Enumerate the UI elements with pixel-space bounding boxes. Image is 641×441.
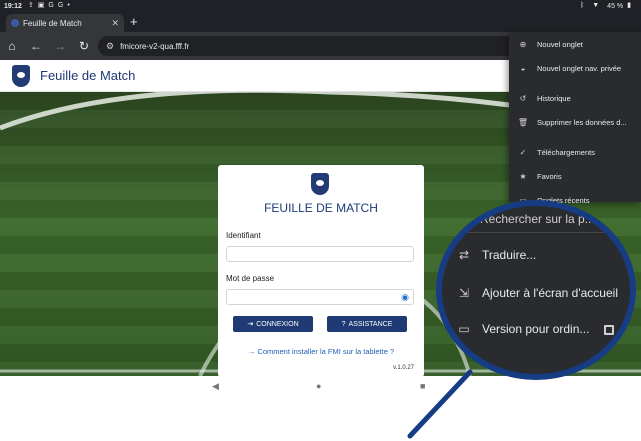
desktop-icon: ▭ — [458, 322, 470, 336]
menu-item-downloads[interactable]: ✓ Téléchargements — [509, 142, 641, 162]
menu-item-translate[interactable]: ⇄ Traduire... — [456, 248, 536, 262]
battery-level: 45 % — [607, 2, 624, 10]
clock: 19:12 — [4, 2, 22, 10]
install-link[interactable]: → Comment installer la FMI sur la tablet… — [218, 347, 424, 356]
upload-icon: ⇪ — [27, 2, 34, 9]
site-title: Feuille de Match — [40, 68, 136, 83]
menu-item-label: Nouvel onglet nav. privée — [537, 63, 622, 73]
fff-logo — [311, 173, 329, 195]
forward-icon[interactable]: → — [52, 38, 68, 54]
overflow-menu: ⊕ Nouvel onglet ◒ Nouvel onglet nav. pri… — [509, 32, 641, 205]
reload-icon[interactable]: ↻ — [76, 38, 92, 54]
login-title: FEUILLE DE MATCH — [264, 201, 378, 215]
new-tab-button[interactable]: + — [130, 15, 138, 29]
divider — [442, 232, 630, 233]
home-nav-icon[interactable]: ● — [316, 381, 321, 391]
favicon-icon — [11, 19, 19, 27]
password-field[interactable]: ◉ — [226, 289, 414, 305]
password-label: Mot de passe — [226, 274, 275, 283]
url-text: fmicore-v2-qua.fff.fr — [120, 41, 190, 51]
desktop-site-checkbox[interactable] — [604, 325, 614, 335]
tab-strip: Feuille de Match ✕ + — [0, 12, 641, 32]
new-tab-icon: ⊕ — [519, 39, 527, 49]
eye-icon[interactable]: ◉ — [401, 292, 409, 303]
menu-item-add-to-home[interactable]: ⇲ Ajouter à l'écran d'accueil — [456, 286, 618, 300]
id-field[interactable] — [226, 246, 414, 262]
menu-item-bookmarks[interactable]: ★ Favoris — [509, 166, 641, 186]
recents-nav-icon[interactable]: ■ — [420, 381, 425, 391]
menu-item-clear-data[interactable]: 🗑 Supprimer les données d... — [509, 112, 641, 132]
menu-item-label: Rechercher sur la p... — [480, 212, 595, 226]
menu-item-history[interactable]: ↺ Historique — [509, 88, 641, 108]
menu-item-label: Historique — [537, 93, 571, 103]
image-icon: ▣ — [37, 2, 45, 9]
trash-icon: 🗑 — [517, 117, 529, 127]
login-card: FEUILLE DE MATCH Identifiant Mot de pass… — [218, 165, 424, 377]
login-button-label: CONNEXION — [256, 320, 299, 328]
dot-icon: • — [67, 2, 70, 9]
magnifier-callout: Rechercher sur la p... ⇄ Traduire... ⇲ A… — [436, 200, 636, 380]
bluetooth-icon: ᛒ — [580, 2, 585, 9]
wifi-icon: ▼ — [592, 2, 600, 9]
menu-item-label: Nouvel onglet — [537, 39, 583, 49]
tab-feuille-de-match[interactable]: Feuille de Match ✕ — [6, 14, 124, 32]
home-icon[interactable]: ⌂ — [4, 38, 20, 54]
menu-item-label: Supprimer les données d... — [537, 117, 627, 127]
status-bar: 19:12 ⇪ ▣ G G • ᛒ ▼ 45 % ▮ — [0, 0, 641, 12]
incognito-icon: ◒ — [520, 63, 526, 73]
site-settings-icon[interactable]: ⚙ — [106, 41, 114, 52]
add-to-home-icon: ⇲ — [458, 286, 470, 300]
login-icon: ⇥ — [247, 321, 254, 328]
login-button[interactable]: ⇥ CONNEXION — [233, 316, 313, 332]
star-icon: ★ — [519, 171, 527, 181]
close-icon[interactable]: ✕ — [111, 18, 119, 29]
assistance-button-label: ASSISTANCE — [348, 320, 393, 328]
google-icon: G — [57, 2, 64, 9]
assistance-button[interactable]: ? ASSISTANCE — [327, 316, 407, 332]
battery-icon: ▮ — [627, 2, 631, 9]
google-icon: G — [48, 2, 54, 9]
fff-logo — [12, 64, 30, 87]
menu-item-desktop-site[interactable]: ▭ Version pour ordin... — [456, 322, 589, 336]
address-bar[interactable]: ⚙ fmicore-v2-qua.fff.fr — [98, 36, 518, 56]
version-text: v.1.0.27 — [393, 365, 414, 371]
menu-item-label: Ajouter à l'écran d'accueil — [482, 286, 618, 300]
menu-item-label: Traduire... — [482, 248, 537, 262]
translate-icon: ⇄ — [458, 248, 470, 262]
tab-title: Feuille de Match — [23, 18, 82, 28]
help-icon: ? — [341, 320, 346, 328]
id-label: Identifiant — [226, 231, 261, 240]
menu-item-label: Version pour ordin... — [482, 322, 590, 336]
history-icon: ↺ — [519, 93, 527, 103]
back-icon[interactable]: ← — [28, 38, 44, 54]
downloads-icon: ✓ — [519, 147, 527, 157]
back-nav-icon[interactable]: ◀ — [212, 381, 219, 392]
menu-item-find-in-page[interactable]: Rechercher sur la p... — [480, 212, 595, 226]
menu-item-label: Favoris — [537, 171, 562, 181]
menu-item-incognito[interactable]: ◒ Nouvel onglet nav. privée — [509, 58, 641, 78]
menu-item-new-tab[interactable]: ⊕ Nouvel onglet — [509, 34, 641, 54]
menu-item-label: Téléchargements — [537, 147, 595, 157]
